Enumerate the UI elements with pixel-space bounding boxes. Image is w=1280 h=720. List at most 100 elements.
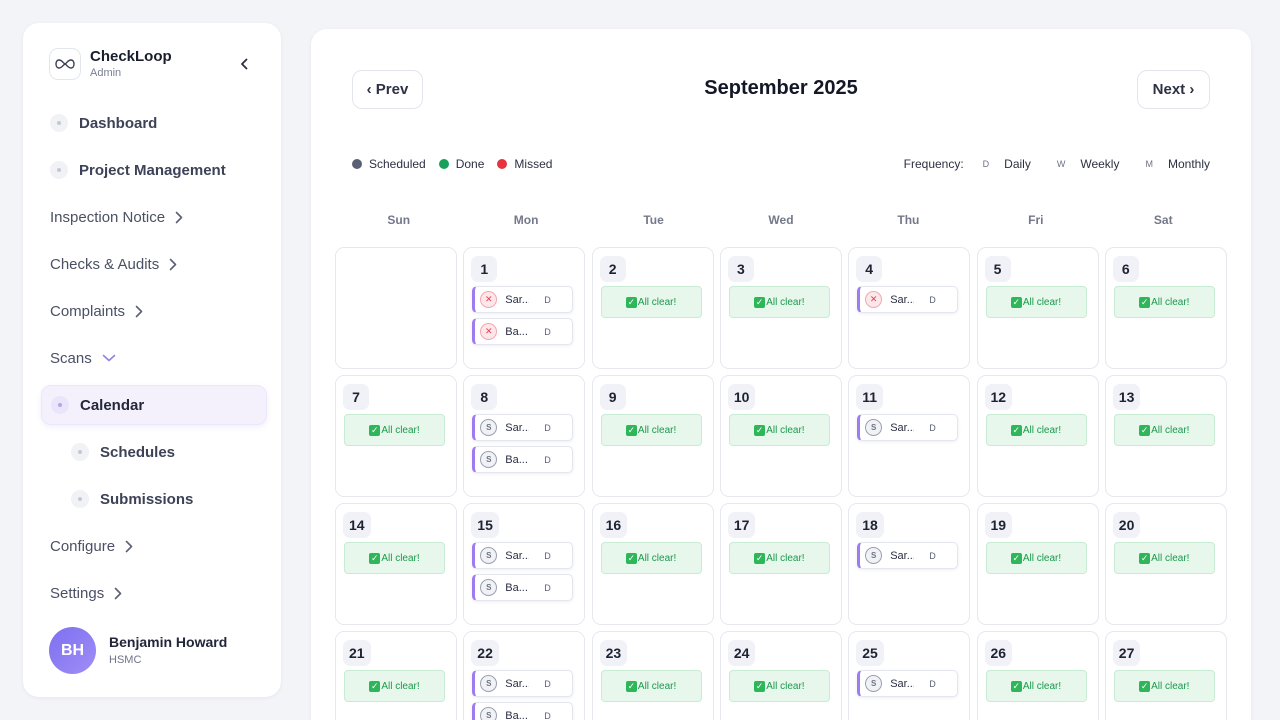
scheduled-status-icon: S (480, 419, 498, 436)
day-number: 11 (856, 384, 883, 410)
calendar-day-cell[interactable]: 9 ✓ All clear! (591, 375, 714, 497)
all-clear-label: All clear! (381, 680, 420, 692)
sidebar-item-project-management[interactable]: Project Management (41, 150, 267, 190)
event-name: Sar... (505, 293, 530, 306)
bullet-icon (51, 396, 69, 414)
all-clear-label: All clear! (766, 680, 805, 692)
calendar-day-cell[interactable]: 16 ✓ All clear! (591, 503, 714, 625)
next-month-button[interactable]: Next › (1137, 70, 1210, 109)
chevron-right-icon (169, 258, 177, 271)
collapse-sidebar-button[interactable] (237, 55, 251, 73)
day-number: 9 (599, 384, 626, 410)
calendar-day-cell[interactable]: 23 ✓ All clear! (591, 631, 714, 720)
calendar-day-cell[interactable]: 18 S Sar... D (848, 503, 971, 625)
event-frequency: D (544, 294, 551, 305)
calendar-day-cell[interactable]: 19 ✓ All clear! (976, 503, 1099, 625)
calendar-day-cell[interactable]: 21 ✓ All clear! (335, 631, 457, 720)
sidebar-item-scans[interactable]: Scans (41, 338, 267, 378)
check-icon: ✓ (1010, 552, 1022, 564)
calendar-day-cell[interactable]: 15 S Sar... D S Ba... D (463, 503, 586, 625)
chevron-right-icon (175, 211, 183, 224)
sidebar-item-configure[interactable]: Configure (41, 526, 267, 566)
calendar-day-cell[interactable]: 22 S Sar... D S Ba... D (463, 631, 586, 720)
all-clear-label: All clear! (1022, 552, 1062, 564)
calendar-day-cell[interactable]: 7 ✓ All clear! (335, 375, 457, 497)
all-clear-label: All clear! (1022, 680, 1062, 692)
sidebar-item-checks-audits[interactable]: Checks & Audits (41, 244, 267, 284)
all-clear-label: All clear! (381, 424, 420, 436)
calendar-day-cell[interactable]: 13 ✓ All clear! (1104, 375, 1227, 497)
scheduled-status-icon: S (480, 547, 498, 564)
sidebar-item-label: Checks & Audits (50, 255, 160, 273)
calendar-day-cell[interactable]: 24 ✓ All clear! (719, 631, 842, 720)
sidebar-item-label: Settings (50, 584, 105, 602)
calendar-day-cell[interactable]: 2 ✓ All clear! (591, 247, 714, 369)
scan-event[interactable]: S Sar... D (472, 670, 574, 697)
scan-event[interactable]: S Ba... D (472, 446, 574, 473)
event-frequency: D (544, 326, 551, 337)
event-name: Sar... (890, 293, 915, 306)
day-number: 5 (984, 256, 1011, 282)
scheduled-status-icon: S (480, 675, 498, 692)
calendar-day-cell[interactable]: 3 ✓ All clear! (719, 247, 842, 369)
weekday-label: Tue (643, 213, 664, 227)
calendar-day-cell[interactable]: 25 S Sar... D (848, 631, 971, 720)
day-number: 26 (984, 640, 1013, 666)
scan-event[interactable]: S Sar... D (857, 542, 959, 569)
calendar-day-cell[interactable]: 4 ✕ Sar... D (848, 247, 971, 369)
scan-event[interactable]: S Ba... D (472, 574, 574, 601)
check-icon: ✓ (625, 296, 637, 308)
all-clear-badge: ✓ All clear! (600, 286, 702, 318)
user-profile[interactable]: BH Benjamin Howard HSMC (49, 627, 227, 674)
calendar-day-cell[interactable]: 26 ✓ All clear! (976, 631, 1099, 720)
sidebar-item-schedules[interactable]: Schedules (41, 432, 267, 472)
scan-event[interactable]: ✕ Ba... D (472, 318, 574, 345)
all-clear-label: All clear! (1022, 424, 1062, 436)
scheduled-status-icon: S (480, 451, 498, 468)
bullet-icon (71, 490, 89, 508)
user-org: HSMC (109, 653, 142, 666)
calendar-day-cell[interactable]: 10 ✓ All clear! (719, 375, 842, 497)
brand-role: Admin (90, 67, 122, 79)
scan-event[interactable]: S Sar... D (857, 414, 959, 441)
calendar-day-cell[interactable]: 12 ✓ All clear! (976, 375, 1099, 497)
calendar-day-cell[interactable]: 8 S Sar... D S Ba... D (463, 375, 586, 497)
check-icon: ✓ (1139, 296, 1151, 308)
all-clear-label: All clear! (1151, 680, 1190, 692)
check-icon: ✓ (1139, 680, 1151, 692)
scan-event[interactable]: S Sar... D (472, 414, 574, 441)
weekday-label: Thu (897, 213, 920, 227)
scan-event[interactable]: S Sar... D (472, 542, 574, 569)
all-clear-label: All clear! (1022, 296, 1062, 308)
scan-event[interactable]: S Ba... D (472, 702, 574, 720)
day-number: 19 (984, 512, 1013, 538)
all-clear-label: All clear! (766, 552, 805, 564)
frequency-code: D (982, 159, 990, 169)
calendar-day-cell[interactable]: 5 ✓ All clear! (976, 247, 1099, 369)
sidebar-item-dashboard[interactable]: Dashboard (41, 103, 267, 143)
sidebar-item-inspection-notice[interactable]: Inspection Notice (41, 197, 267, 237)
sidebar-item-submissions[interactable]: Submissions (41, 479, 267, 519)
event-frequency: D (544, 710, 551, 720)
scan-event[interactable]: ✕ Sar... D (857, 286, 959, 313)
calendar-day-cell[interactable]: 14 ✓ All clear! (335, 503, 457, 625)
calendar-day-cell[interactable]: 6 ✓ All clear! (1104, 247, 1227, 369)
calendar-day-cell[interactable]: 1 ✕ Sar... D ✕ Ba... D (463, 247, 586, 369)
calendar-day-cell[interactable]: 27 ✓ All clear! (1104, 631, 1227, 720)
scan-event[interactable]: S Sar... D (857, 670, 959, 697)
day-number: 24 (727, 640, 756, 666)
sidebar-item-calendar[interactable]: Calendar (41, 385, 267, 425)
all-clear-badge: ✓ All clear! (728, 286, 830, 318)
sidebar-item-label: Configure (50, 537, 116, 555)
check-icon: ✓ (1139, 424, 1151, 436)
calendar-day-cell[interactable] (335, 247, 457, 369)
sidebar-item-settings[interactable]: Settings (41, 573, 267, 613)
sidebar-item-complaints[interactable]: Complaints (41, 291, 267, 331)
calendar-day-cell[interactable]: 20 ✓ All clear! (1104, 503, 1227, 625)
day-number: 27 (1112, 640, 1141, 666)
check-icon: ✓ (625, 424, 637, 436)
calendar-day-cell[interactable]: 17 ✓ All clear! (719, 503, 842, 625)
legend-label: Scheduled (369, 157, 426, 171)
calendar-day-cell[interactable]: 11 S Sar... D (848, 375, 971, 497)
scan-event[interactable]: ✕ Sar... D (472, 286, 574, 313)
